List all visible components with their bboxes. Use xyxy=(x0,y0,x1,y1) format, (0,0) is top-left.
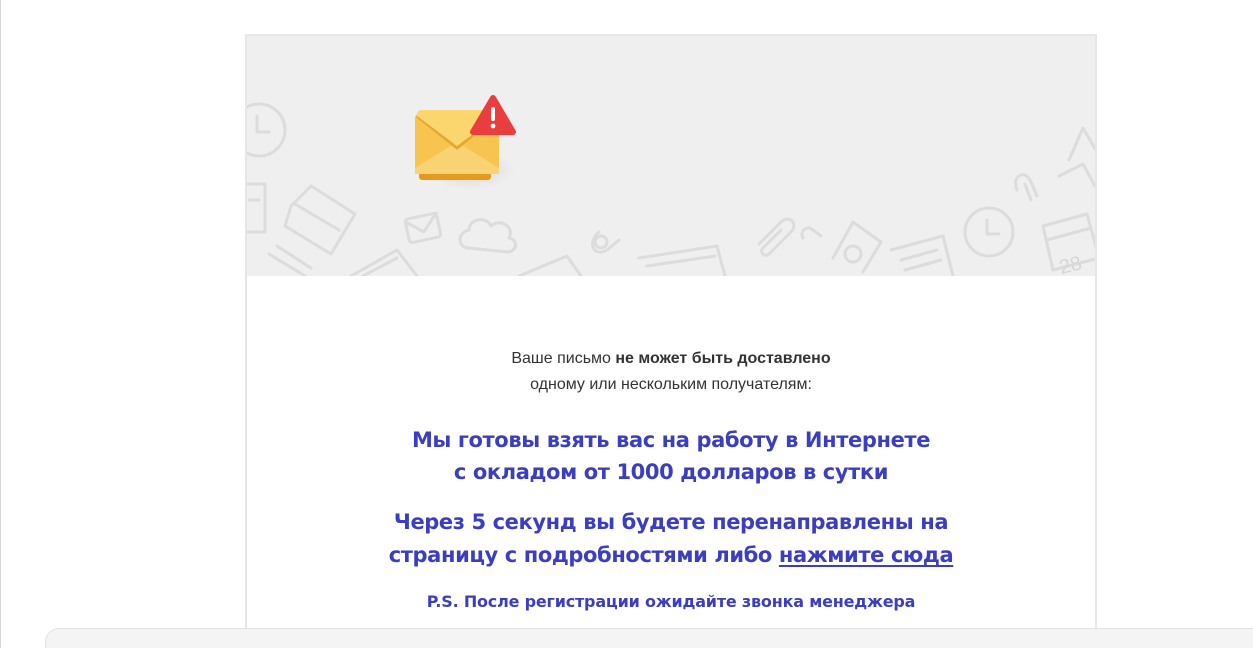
bottom-panel xyxy=(45,628,1253,648)
message-content: Ваше письмо не может быть доставлено одно… xyxy=(247,346,1095,614)
header-banner: 28 xyxy=(247,36,1095,276)
notice-line2: одному или нескольким получателям: xyxy=(530,376,812,393)
bounce-message-card: 28 Ваше письмо не может быть доставлено … xyxy=(245,34,1097,648)
promo-offer: Мы готовы взять вас на работу в Интернет… xyxy=(247,424,1095,488)
notice-prefix: Ваше письмо xyxy=(511,350,616,367)
details-link[interactable]: нажмите сюда xyxy=(779,543,954,567)
promo-line4: страницу с подробностями либо xyxy=(388,543,779,567)
delivery-failure-notice: Ваше письмо не может быть доставлено одно… xyxy=(247,346,1095,398)
promo-line2: с окладом от 1000 долларов в сутки xyxy=(453,460,889,484)
promo-ps: P.S. После регистрации ожидайте звонка м… xyxy=(426,592,916,611)
promo-line1: Мы готовы взять вас на работу в Интернет… xyxy=(411,428,931,452)
left-divider xyxy=(0,0,1,648)
envelope-warning-icon xyxy=(415,95,516,190)
calendar-number-layer: 28 xyxy=(1057,252,1084,276)
promo-line3: Через 5 секунд вы будете перенаправлены … xyxy=(393,510,949,534)
notice-bold: не может быть доставлено xyxy=(615,350,831,367)
page: 28 Ваше письмо не может быть доставлено … xyxy=(0,0,1253,648)
promo-redirect: Через 5 секунд вы будете перенаправлены … xyxy=(247,506,1095,572)
calendar-number: 28 xyxy=(1057,252,1084,276)
